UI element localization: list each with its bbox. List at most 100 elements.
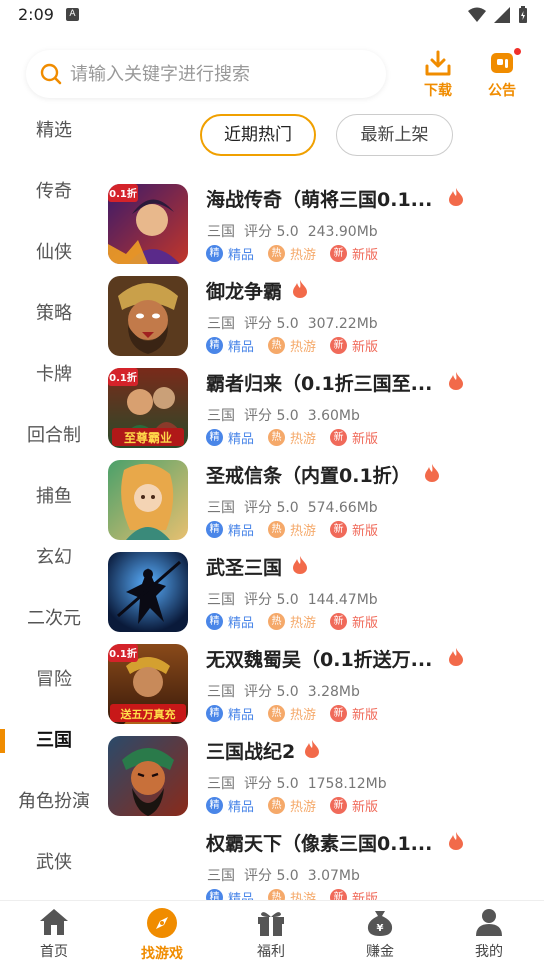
discount-badge: 0.1折 — [109, 647, 137, 660]
tab-recent-hot[interactable]: 近期热门 — [200, 114, 316, 156]
tag-hot: 热热游 — [268, 704, 316, 723]
game-icon: 0.1折 至尊霸业 — [108, 368, 188, 448]
tag-featured: 精精品 — [206, 888, 254, 900]
sidebar-item[interactable]: 角色扮演 — [0, 782, 108, 822]
game-size: 144.47Mb — [307, 592, 378, 608]
hot-flame-icon — [449, 372, 463, 390]
nav-find-games-label: 找游戏 — [141, 946, 183, 962]
game-icon — [108, 736, 188, 816]
nav-earn-coins[interactable]: ¥ 赚金 — [326, 907, 434, 961]
compass-icon — [147, 908, 177, 938]
search-icon — [40, 63, 62, 85]
game-tags: 精精品 热热游 新新版 — [206, 520, 378, 539]
game-list-item[interactable]: 0.1折 至尊霸业 霸者归来（0.1折三国至... 三国 评分 5.0 3.60Mb… — [108, 368, 544, 458]
nav-profile[interactable]: 我的 — [435, 907, 543, 961]
game-tags: 精精品 热热游 新新版 — [206, 888, 378, 900]
search-input[interactable] — [70, 63, 360, 85]
game-list-item[interactable]: 0.1折 送五万真充 无双魏蜀吴（0.1折送万... 三国 评分 5.0 3.28M… — [108, 644, 544, 734]
game-list-item[interactable]: 0.1折 海战传奇（萌将三国0.1... 三国 评分 5.0 243.90Mb 精精… — [108, 184, 544, 274]
hot-flame-icon — [293, 556, 307, 574]
game-rating: 评分 5.0 — [244, 868, 299, 884]
game-list-item[interactable]: 御龙争霸 三国 评分 5.0 307.22Mb 精精品 热热游 新新版 — [108, 276, 544, 366]
tag-new: 新新版 — [330, 612, 378, 631]
hot-flame-icon — [449, 648, 463, 666]
tag-featured: 精精品 — [206, 336, 254, 355]
game-tags: 精精品 热热游 新新版 — [206, 428, 378, 447]
sidebar-item[interactable]: 仙侠 — [0, 233, 108, 273]
sidebar-item[interactable]: 武侠 — [0, 843, 108, 883]
notice-button[interactable]: 公告 — [478, 47, 526, 100]
game-rating: 评分 5.0 — [244, 224, 299, 240]
game-title: 霸者归来（0.1折三国至... — [206, 373, 433, 395]
tag-featured: 精精品 — [206, 704, 254, 723]
sidebar-item-active[interactable]: 三国 — [0, 721, 108, 761]
game-size: 3.28Mb — [307, 684, 360, 700]
tag-new-badge: 新 — [330, 613, 348, 630]
status-bar: 2:09 A — [0, 0, 544, 30]
sidebar-item[interactable]: 玄幻 — [0, 538, 108, 578]
game-category: 三国 — [207, 408, 235, 424]
status-time: 2:09 — [18, 5, 54, 24]
game-rating: 评分 5.0 — [244, 684, 299, 700]
tag-hot-badge: 热 — [268, 889, 286, 900]
tag-hot: 热热游 — [268, 520, 316, 539]
hot-flame-icon — [425, 464, 439, 482]
nav-find-games[interactable]: 找游戏 — [108, 907, 216, 963]
tag-new: 新新版 — [330, 428, 378, 447]
tag-new: 新新版 — [330, 888, 378, 900]
tag-new: 新新版 — [330, 336, 378, 355]
tag-new-badge: 新 — [330, 521, 348, 538]
tag-featured-badge: 精 — [206, 797, 223, 814]
sidebar-item[interactable]: 传奇 — [0, 172, 108, 212]
game-tags: 精精品 热热游 新新版 — [206, 796, 378, 815]
game-icon — [108, 460, 188, 540]
game-list-item[interactable]: 武圣三国 三国 评分 5.0 144.47Mb 精精品 热热游 新新版 — [108, 552, 544, 642]
game-category: 三国 — [207, 868, 235, 884]
game-category: 三国 — [207, 776, 235, 792]
sidebar-item[interactable]: 策略 — [0, 294, 108, 334]
tag-featured-badge: 精 — [206, 613, 223, 630]
game-title: 圣戒信条（内置0.1折） — [206, 465, 411, 487]
download-label: 下载 — [424, 83, 452, 99]
tag-featured: 精精品 — [206, 244, 254, 263]
nav-profile-label: 我的 — [475, 944, 503, 960]
game-list-item[interactable]: 三国战纪2 三国 评分 5.0 1758.12Mb 精精品 热热游 新新版 — [108, 736, 544, 826]
game-tags: 精精品 热热游 新新版 — [206, 704, 378, 723]
game-icon: 0.1折 送五万真充 — [108, 644, 188, 724]
tag-hot-badge: 热 — [268, 429, 286, 446]
game-title: 权霸天下（像素三国0.1... — [206, 833, 433, 855]
tag-new: 新新版 — [330, 704, 378, 723]
nav-home[interactable]: 首页 — [0, 907, 108, 961]
nav-earn-coins-label: 赚金 — [366, 944, 394, 960]
sidebar-item[interactable]: 捕鱼 — [0, 477, 108, 517]
game-title: 武圣三国 — [206, 557, 283, 579]
tag-featured-badge: 精 — [206, 337, 223, 354]
game-icon: 0.1折 — [108, 184, 188, 264]
nav-benefits[interactable]: 福利 — [217, 907, 325, 961]
tag-hot-badge: 热 — [268, 245, 286, 262]
tag-featured-badge: 精 — [206, 245, 223, 262]
game-size: 307.22Mb — [307, 316, 378, 332]
search-bar[interactable] — [26, 50, 386, 98]
game-size: 574.66Mb — [307, 500, 378, 516]
user-icon — [476, 909, 502, 936]
sidebar-item[interactable]: 精选 — [0, 111, 108, 151]
game-tags: 精精品 热热游 新新版 — [206, 612, 378, 631]
game-list-item[interactable]: 圣戒信条（内置0.1折） 三国 评分 5.0 574.66Mb 精精品 热热游 新新… — [108, 460, 544, 550]
download-button[interactable]: 下载 — [414, 50, 462, 100]
tab-new-releases[interactable]: 最新上架 — [336, 114, 453, 156]
sidebar-item[interactable]: 卡牌 — [0, 355, 108, 395]
tag-featured-badge: 精 — [206, 521, 223, 538]
game-category: 三国 — [207, 224, 235, 240]
bottom-nav: 首页 找游戏 福利 ¥ 赚金 我的 — [0, 900, 544, 968]
sidebar-item[interactable]: 冒险 — [0, 660, 108, 700]
status-icons — [468, 6, 528, 24]
sidebar-item[interactable]: 回合制 — [0, 416, 108, 456]
hot-flame-icon — [449, 832, 463, 850]
game-category: 三国 — [207, 316, 235, 332]
game-list-item[interactable]: 权霸天下（像素三国0.1... 三国 评分 5.0 3.07Mb 精精品 热热游 新… — [108, 828, 544, 900]
game-icon — [108, 552, 188, 632]
promo-banner: 至尊霸业 — [124, 430, 172, 445]
game-rating: 评分 5.0 — [244, 408, 299, 424]
sidebar-item[interactable]: 二次元 — [0, 599, 108, 639]
